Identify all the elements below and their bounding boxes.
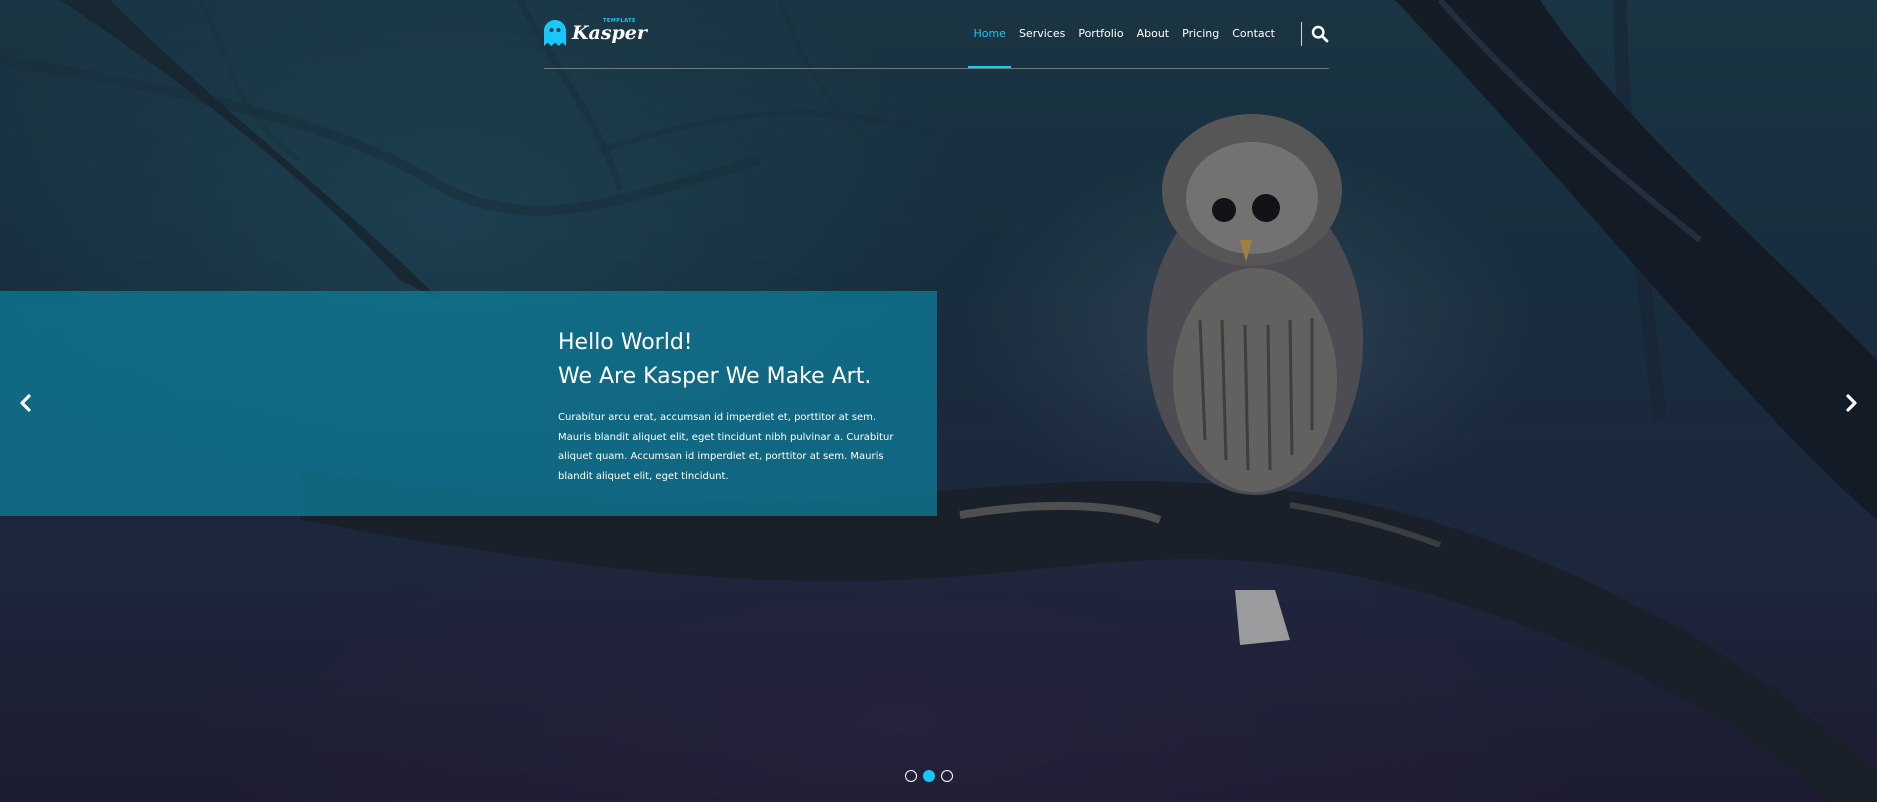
hero-heading-line-2: We Are Kasper We Make Art. [558, 364, 872, 389]
nav-contact[interactable]: Contact [1232, 24, 1275, 44]
logo-brand-text: Kasper TEMPLATE [572, 18, 647, 44]
logo[interactable]: Kasper TEMPLATE [544, 18, 647, 48]
nav-home[interactable]: Home [968, 24, 1012, 68]
chevron-right-icon[interactable] [1841, 392, 1861, 414]
search-icon[interactable] [1311, 25, 1329, 43]
nav-services[interactable]: Services [1019, 24, 1065, 44]
slider-pagination [905, 770, 953, 782]
logo-tagline: TEMPLATE [603, 18, 636, 24]
navbar: Kasper TEMPLATE Home Services Portfolio … [544, 0, 1329, 69]
hero-heading: Hello World! We Are Kasper We Make Art. [558, 326, 903, 394]
nav-divider [1301, 22, 1302, 46]
hero-description: Curabitur arcu erat, accumsan id imperdi… [558, 412, 894, 482]
nav-about[interactable]: About [1137, 24, 1170, 44]
slider-dot-2[interactable] [923, 770, 935, 782]
ghost-icon [544, 20, 566, 46]
slider-dot-3[interactable] [941, 770, 953, 782]
hero-caption-content: Hello World! We Are Kasper We Make Art. … [558, 326, 903, 486]
nav-portfolio[interactable]: Portfolio [1078, 24, 1123, 44]
main-nav: Home Services Portfolio About Pricing Co… [968, 24, 1275, 68]
nav-pricing[interactable]: Pricing [1182, 24, 1219, 44]
chevron-left-icon[interactable] [16, 392, 36, 414]
hero-slider: Kasper TEMPLATE Home Services Portfolio … [0, 0, 1877, 802]
hero-caption: Hello World! We Are Kasper We Make Art. … [0, 291, 937, 516]
slider-dot-1[interactable] [905, 770, 917, 782]
hero-heading-line-1: Hello World! [558, 330, 693, 355]
logo-brand-name: Kasper [572, 22, 647, 44]
